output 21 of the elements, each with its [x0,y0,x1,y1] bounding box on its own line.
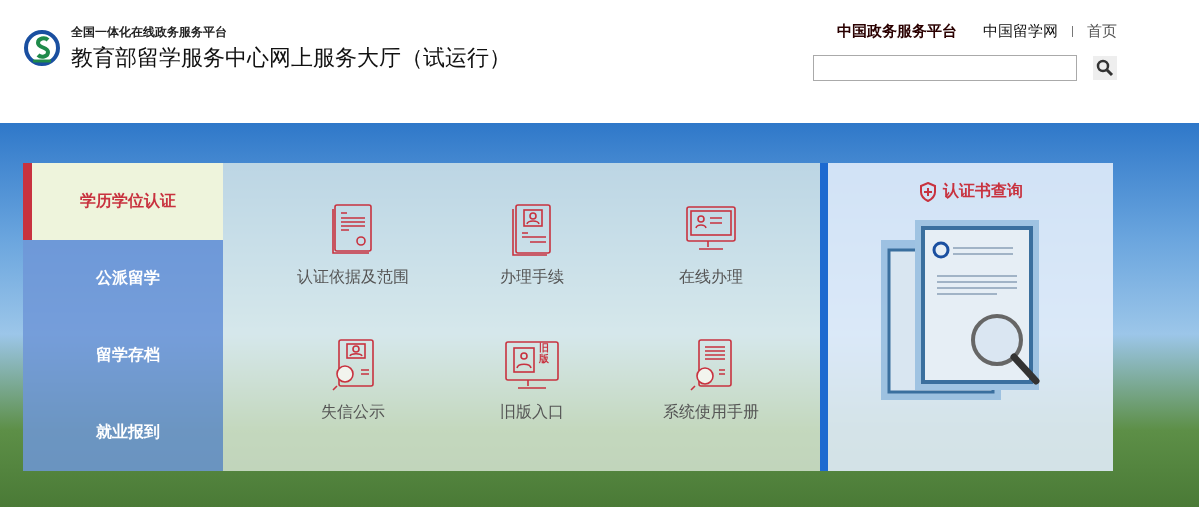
logo-icon [23,29,61,67]
sidebar-tab[interactable]: 公派留学 [23,240,223,317]
sidebar-tab[interactable]: 学历学位认证 [23,163,223,240]
service-link[interactable]: 在线办理 [621,201,800,316]
nav-link[interactable]: 中国留学网 [983,22,1058,41]
service-link[interactable]: 办理手续 [442,201,621,316]
service-link[interactable]: 旧版 旧版入口 [442,336,621,451]
search-icon [1096,59,1114,77]
search-field[interactable] [813,55,1077,81]
certificate-query-link[interactable]: 认证书查询 [918,181,1023,202]
platform-label: 全国一体化在线政务服务平台 [71,23,228,41]
sidebar-tab[interactable]: 留学存档 [23,317,223,394]
service-link[interactable]: 认证依据及范围 [263,201,442,316]
nav-link[interactable]: 首页 [1087,22,1117,41]
site-title: 教育部留学服务中心网上服务大厅（试运行） [71,43,511,72]
search-button[interactable] [1093,56,1117,80]
shield-plus-icon [918,181,937,202]
service-link[interactable]: 失信公示 [263,336,442,451]
service-link[interactable]: 系统使用手册 [621,336,800,451]
nav-link[interactable]: 中国政务服务平台 [837,22,957,41]
sidebar-tab[interactable]: 就业报到 [23,394,223,471]
